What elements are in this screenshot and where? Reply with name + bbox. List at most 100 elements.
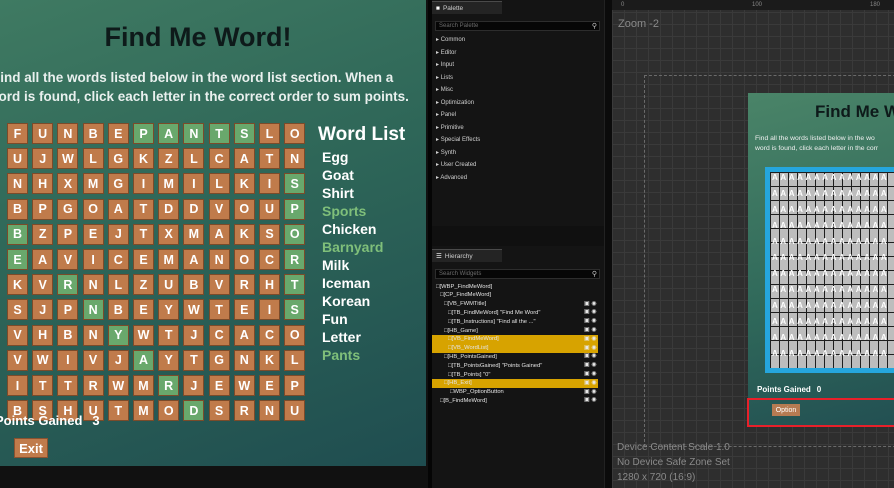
palette-category[interactable]: ▸ Primitive (436, 124, 464, 131)
letter-tile[interactable]: G (107, 148, 129, 170)
letter-tile[interactable]: X (158, 223, 180, 245)
letter-tile[interactable]: O (233, 198, 255, 220)
hierarchy-item[interactable]: □ [B_FindMeWord] (440, 396, 487, 405)
letter-tile[interactable]: E (82, 223, 104, 245)
letter-tile[interactable]: A (233, 324, 255, 346)
hierarchy-item[interactable]: □ [HB_Game] (444, 326, 478, 335)
letter-tile[interactable]: N (233, 349, 255, 371)
letter-tile[interactable]: M (133, 400, 154, 422)
letter-tile[interactable]: G (57, 198, 79, 220)
letter-tile[interactable]: U (259, 198, 280, 220)
letter-tile[interactable]: W (133, 324, 154, 346)
visibility-eye-icon[interactable]: ▣ ◉ (584, 379, 597, 386)
palette-category[interactable]: ▸ Synth (436, 149, 456, 156)
letter-tile[interactable]: N (82, 274, 104, 296)
letter-tile[interactable]: O (82, 198, 104, 220)
letter-tile[interactable]: U (32, 123, 54, 144)
visibility-eye-icon[interactable]: ▣ ◉ (584, 335, 597, 342)
palette-category[interactable]: ▸ User Created (436, 161, 476, 168)
letter-tile[interactable]: R (82, 375, 104, 396)
letter-tile[interactable]: N (82, 299, 104, 321)
letter-tile[interactable]: T (158, 324, 180, 346)
letter-tile[interactable]: I (82, 249, 104, 270)
letter-tile[interactable]: N (7, 173, 28, 195)
palette-category[interactable]: ▸ Lists (436, 74, 453, 81)
letter-tile[interactable]: U (158, 274, 180, 296)
letter-tile[interactable]: A (32, 249, 54, 270)
letter-tile[interactable]: F (7, 123, 28, 144)
letter-tile[interactable]: G (107, 173, 129, 195)
letter-tile[interactable]: E (259, 375, 280, 396)
letter-tile[interactable]: W (32, 349, 54, 371)
letter-tile[interactable]: E (133, 299, 154, 321)
letter-tile[interactable]: J (32, 299, 54, 321)
letter-tile[interactable]: V (7, 349, 28, 371)
letter-tile[interactable]: A (183, 249, 205, 270)
letter-tile[interactable]: A (158, 123, 180, 144)
letter-tile[interactable]: S (7, 299, 28, 321)
hierarchy-item[interactable]: □ [TB_Instructions] "Find all the ..." (448, 317, 536, 326)
letter-tile[interactable]: I (183, 173, 205, 195)
letter-tile[interactable]: M (82, 173, 104, 195)
palette-category[interactable]: ▸ Misc (436, 86, 453, 93)
letter-tile[interactable]: P (57, 223, 79, 245)
letter-tile[interactable]: T (32, 375, 54, 396)
letter-tile[interactable]: P (32, 198, 54, 220)
letter-tile[interactable]: C (107, 249, 129, 270)
visibility-eye-icon[interactable]: ▣ ◉ (584, 317, 597, 324)
letter-tile[interactable]: G (208, 349, 230, 371)
letter-tile[interactable]: H (259, 274, 280, 296)
letter-tile[interactable]: W (107, 375, 129, 396)
palette-search-input[interactable]: Search Palette ⚲ (435, 21, 600, 31)
letter-tile[interactable]: K (233, 173, 255, 195)
exit-button[interactable]: Exit (14, 438, 48, 458)
letter-tile[interactable]: T (107, 400, 129, 422)
visibility-eye-icon[interactable]: ▣ ◉ (584, 388, 597, 395)
letter-tile[interactable]: W (233, 375, 255, 396)
visibility-eye-icon[interactable]: ▣ ◉ (584, 396, 597, 403)
letter-tile[interactable]: S (208, 400, 230, 422)
hierarchy-item[interactable]: □ [HB_PointsGained] (444, 352, 497, 361)
letter-tile[interactable]: T (259, 148, 280, 170)
letter-tile[interactable]: T (208, 299, 230, 321)
letter-tile[interactable]: V (32, 274, 54, 296)
letter-tile[interactable]: S (284, 173, 306, 195)
letter-tile[interactable]: E (133, 249, 154, 270)
letter-tile[interactable]: E (7, 249, 28, 270)
letter-tile[interactable]: T (183, 349, 205, 371)
visibility-eye-icon[interactable]: ▣ ◉ (584, 361, 597, 368)
letter-tile[interactable]: A (107, 198, 129, 220)
letter-tile[interactable]: B (7, 198, 28, 220)
tab-hierarchy[interactable]: ☰ Hierarchy (432, 249, 502, 262)
letter-tile[interactable]: V (82, 349, 104, 371)
letter-tile[interactable]: E (107, 123, 129, 144)
letter-tile[interactable]: T (57, 375, 79, 396)
letter-tile[interactable]: J (107, 223, 129, 245)
hierarchy-item[interactable]: □ [TB_Points] "0" (448, 370, 490, 379)
palette-category[interactable]: ▸ Panel (436, 111, 456, 118)
letter-tile[interactable]: L (107, 274, 129, 296)
letter-tile[interactable]: A (133, 349, 154, 371)
palette-category[interactable]: ▸ Common (436, 36, 465, 43)
letter-tile[interactable]: V (208, 274, 230, 296)
letter-tile[interactable]: J (32, 148, 54, 170)
letter-tile[interactable]: B (7, 223, 28, 245)
letter-tile[interactable]: Z (32, 223, 54, 245)
letter-tile[interactable]: N (208, 249, 230, 270)
letter-tile[interactable]: R (284, 249, 306, 270)
letter-tile[interactable]: M (158, 173, 180, 195)
letter-tile[interactable]: K (133, 148, 154, 170)
letter-tile[interactable]: L (208, 173, 230, 195)
letter-tile[interactable]: L (82, 148, 104, 170)
letter-tile[interactable]: O (284, 223, 306, 245)
hierarchy-item[interactable]: □ [HB_Exit] (444, 379, 472, 388)
letter-tile[interactable]: P (133, 123, 154, 144)
visibility-eye-icon[interactable]: ▣ ◉ (584, 326, 597, 333)
visibility-eye-icon[interactable]: ▣ ◉ (584, 352, 597, 359)
letter-tile[interactable]: S (233, 123, 255, 144)
letter-tile[interactable]: B (183, 274, 205, 296)
letter-tile[interactable]: N (284, 148, 306, 170)
letter-tile[interactable]: L (259, 123, 280, 144)
letter-tile[interactable]: M (133, 375, 154, 396)
letter-tile[interactable]: O (284, 324, 306, 346)
